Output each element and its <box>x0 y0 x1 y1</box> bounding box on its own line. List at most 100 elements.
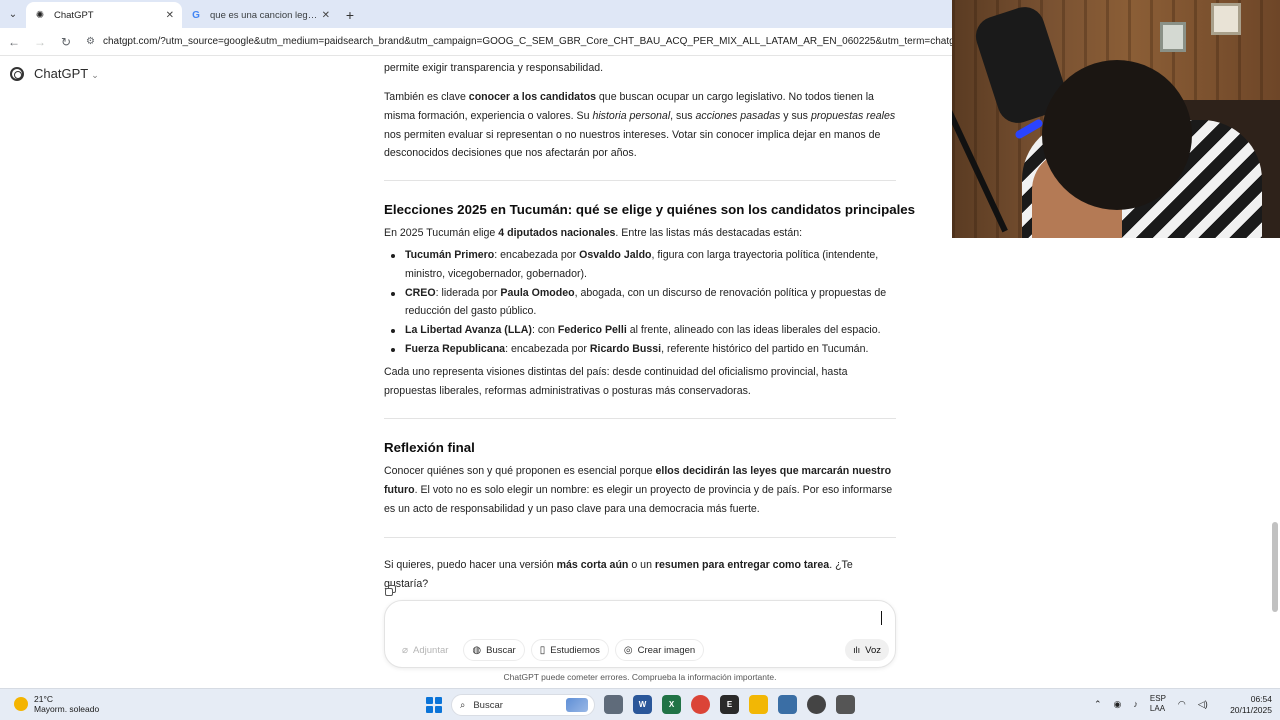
party-name: Tucumán Primero <box>405 249 495 261</box>
paragraph-offer: Si quieres, puedo hacer una versión más … <box>384 556 896 594</box>
candidate-name: Ricardo Bussi <box>589 342 662 355</box>
weather-text: 21°C Mayorm. soleado <box>34 694 99 714</box>
book-icon: ▯ <box>539 644 546 656</box>
system-tray: ⌃ ◉ ♪ ESP LAA ◠ ◁) <box>1094 694 1208 714</box>
bold-text: más corta aún <box>556 559 629 571</box>
store-app-icon[interactable] <box>778 695 797 714</box>
tab-strip: ⌄ ✺ ChatGPT ✕ G que es una cancion legis… <box>0 0 952 28</box>
search-button[interactable]: ◍ Buscar <box>463 639 525 661</box>
divider <box>384 418 896 419</box>
model-title-wrap: ChatGPT ⌄ <box>34 66 99 81</box>
study-button[interactable]: ▯ Estudiemos <box>530 639 609 661</box>
paragraph-reflexion: Conocer quiénes son y qué proponen es es… <box>384 462 896 518</box>
voice-label: Voz <box>865 644 881 656</box>
voice-button[interactable]: ılı Voz <box>845 639 889 661</box>
wifi-icon[interactable]: ◠ <box>1178 699 1186 710</box>
volume-icon[interactable]: ◁) <box>1198 699 1208 710</box>
text: , sus <box>670 109 696 122</box>
new-tab-icon[interactable]: + <box>338 2 362 28</box>
close-tab-icon[interactable]: ✕ <box>166 10 174 21</box>
tab-title: que es una cancion legislativa <box>210 9 318 21</box>
windows-start-icon[interactable] <box>426 697 442 713</box>
taskbar-apps: W X E <box>604 695 855 714</box>
scrollbar-thumb[interactable] <box>1272 522 1278 612</box>
site-info-icon[interactable]: ⚙ <box>86 36 95 47</box>
image-icon: ◎ <box>623 644 633 656</box>
word-app-icon[interactable]: W <box>633 695 652 714</box>
search-highlight-icon <box>566 698 588 712</box>
disclaimer: ChatGPT puede cometer errores. Comprueba… <box>503 672 777 682</box>
page-scrollbar[interactable] <box>1270 238 1280 688</box>
text: También es clave <box>384 91 469 103</box>
paragraph: permite exigir transparencia y responsab… <box>384 62 604 74</box>
webcam-picture-frame <box>1160 22 1186 52</box>
webcam-overlay <box>952 0 1280 238</box>
text: o un <box>628 559 655 571</box>
language-code: ESP <box>1149 694 1166 703</box>
weather-widget[interactable]: 21°C Mayorm. soleado <box>14 694 99 714</box>
close-tab-icon[interactable]: ✕ <box>322 10 330 21</box>
text-caret <box>881 611 882 625</box>
chrome-app-icon[interactable] <box>691 695 710 714</box>
candidates-list: Tucumán Primero: encabezada por Osvaldo … <box>384 246 896 359</box>
chevron-up-icon[interactable]: ⌃ <box>1094 699 1102 710</box>
temperature: 21°C <box>34 694 53 704</box>
search-icon: ⌕ <box>460 699 466 711</box>
attach-label: Adjuntar <box>413 644 449 656</box>
candidate-name: Paula Omodeo <box>500 286 575 299</box>
back-icon[interactable]: ← <box>2 30 26 54</box>
sun-icon <box>14 697 28 711</box>
windows-taskbar: 21°C Mayorm. soleado ⌕ Buscar W X E ⌃ ◉ … <box>0 688 1280 720</box>
paragraph-tucuman-elige: En 2025 Tucumán elige 4 diputados nacion… <box>384 224 896 243</box>
list-item: Tucumán Primero: encabezada por Osvaldo … <box>384 246 896 284</box>
search-label: Buscar <box>473 699 503 711</box>
openai-logo-icon <box>10 66 24 81</box>
microphone-icon[interactable]: ♪ <box>1133 699 1138 709</box>
epic-games-icon[interactable]: E <box>720 695 739 714</box>
file-explorer-icon[interactable] <box>749 695 768 714</box>
chatgpt-favicon-icon: ✺ <box>35 9 45 21</box>
paragraph-visiones: Cada uno representa visiones distintas d… <box>384 366 848 397</box>
paragraph-candidatos: También es clave conocer a los candidato… <box>384 88 896 163</box>
model-selector[interactable]: ChatGPT ⌄ <box>10 66 99 81</box>
attach-button[interactable]: ⌀ Adjuntar <box>393 639 457 661</box>
text: : liderada por <box>435 286 501 299</box>
italic-text: acciones pasadas <box>695 109 781 122</box>
reload-icon[interactable]: ↻ <box>54 30 78 54</box>
text: Conocer quiénes son y qué proponen es es… <box>384 465 656 477</box>
text: . El voto no es solo elegir un nombre: e… <box>384 483 893 515</box>
tab-search-chevron-icon[interactable]: ⌄ <box>0 0 26 28</box>
taskbar-search[interactable]: ⌕ Buscar <box>451 694 595 716</box>
tab-google-search[interactable]: G que es una cancion legislativa ✕ <box>182 2 338 28</box>
model-title: ChatGPT <box>34 66 89 81</box>
create-image-button[interactable]: ◎ Crear imagen <box>614 639 705 661</box>
divider <box>384 537 896 538</box>
party-name: CREO <box>405 286 436 299</box>
bold-text: 4 diputados nacionales <box>498 227 616 239</box>
study-label: Estudiemos <box>550 644 600 656</box>
address-bar[interactable]: ⚙ chatgpt.com/?utm_source=google&utm_med… <box>86 36 952 47</box>
composer-tools: ⌀ Adjuntar ◍ Buscar ▯ Estudiemos ◎ Crear ima… <box>393 639 705 661</box>
google-favicon-icon: G <box>192 9 200 21</box>
browser-toolbar: ← → ↻ ⚙ chatgpt.com/?utm_source=google&u… <box>0 28 952 56</box>
text: y sus <box>780 109 811 122</box>
list-item: La Libertad Avanza (LLA): con Federico P… <box>384 321 896 340</box>
clock[interactable]: 06:54 20/11/2025 <box>1230 694 1272 716</box>
search-label: Buscar <box>486 644 516 656</box>
app-icon[interactable] <box>836 695 855 714</box>
divider <box>384 180 896 181</box>
message-composer[interactable]: ⌀ Adjuntar ◍ Buscar ▯ Estudiemos ◎ Crear ima… <box>384 600 896 668</box>
tray-app-icon[interactable]: ◉ <box>1114 699 1122 710</box>
excel-app-icon[interactable]: X <box>662 695 681 714</box>
copy-icon[interactable] <box>385 585 397 597</box>
tab-chatgpt[interactable]: ✺ ChatGPT ✕ <box>26 2 182 28</box>
weather-condition: Mayorm. soleado <box>34 704 100 714</box>
heading-reflexion: Reflexión final <box>384 440 475 455</box>
task-view-icon[interactable] <box>604 695 623 714</box>
forward-icon[interactable]: → <box>28 30 52 54</box>
text: : encabezada por <box>494 249 580 261</box>
app-icon[interactable] <box>807 695 826 714</box>
language-indicator[interactable]: ESP LAA <box>1150 694 1166 714</box>
text: En 2025 Tucumán elige <box>384 227 499 239</box>
list-item: Fuerza Republicana: encabezada por Ricar… <box>384 340 896 359</box>
